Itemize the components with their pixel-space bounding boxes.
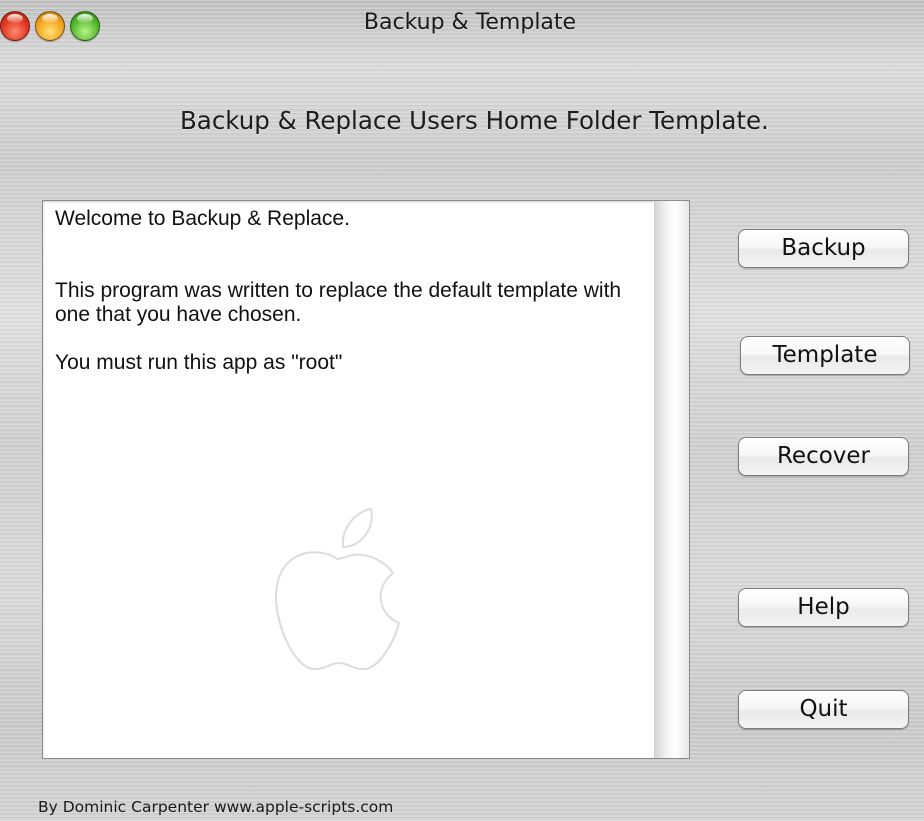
info-text-panel[interactable]: Welcome to Backup & Replace. This progra…: [42, 200, 690, 759]
page-heading: Backup & Replace Users Home Folder Templ…: [180, 106, 769, 135]
vertical-scrollbar[interactable]: [654, 201, 689, 758]
help-button[interactable]: Help: [738, 588, 909, 627]
info-text: Welcome to Backup & Replace. This progra…: [55, 207, 655, 375]
template-button[interactable]: Template: [740, 336, 910, 375]
welcome-line: Welcome to Backup & Replace.: [55, 207, 350, 230]
root-warning-line: You must run this app as "root": [55, 351, 343, 374]
quit-button[interactable]: Quit: [738, 690, 909, 729]
apple-logo-icon: [275, 507, 401, 671]
title-bar: Backup & Template: [0, 0, 924, 46]
window-title: Backup & Template: [363, 10, 577, 35]
author-credit: By Dominic Carpenter www.apple-scripts.c…: [38, 798, 394, 816]
description-line: This program was written to replace the …: [55, 279, 622, 326]
recover-button[interactable]: Recover: [738, 437, 909, 476]
backup-button[interactable]: Backup: [738, 229, 909, 268]
